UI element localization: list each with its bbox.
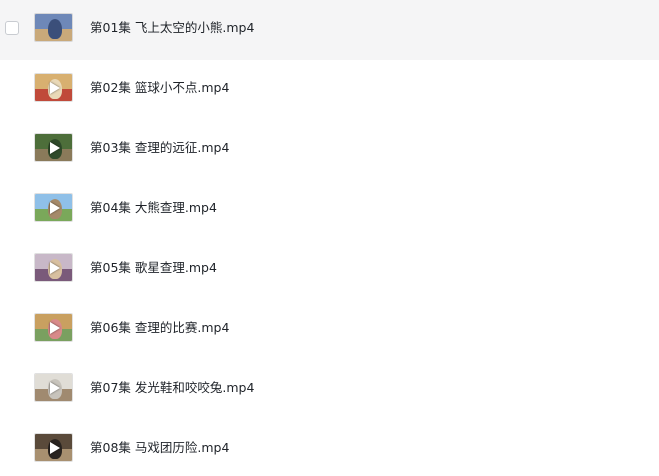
file-row[interactable]: 第05集 歌星查理.mp4	[0, 240, 659, 300]
play-icon	[50, 322, 60, 334]
file-name[interactable]: 第06集 查理的比赛.mp4	[90, 320, 229, 336]
video-thumbnail[interactable]	[34, 253, 73, 282]
file-name[interactable]: 第05集 歌星查理.mp4	[90, 260, 217, 276]
file-row[interactable]: 第04集 大熊查理.mp4	[0, 180, 659, 240]
file-row[interactable]: 第03集 查理的远征.mp4	[0, 120, 659, 180]
play-icon	[50, 82, 60, 94]
file-list: 第01集 飞上太空的小熊.mp4 第02集 篮球小不点.mp4 第03集 查理的远征…	[0, 0, 659, 476]
file-row[interactable]: 第06集 查理的比赛.mp4	[0, 300, 659, 360]
video-thumbnail[interactable]	[34, 433, 73, 462]
file-row[interactable]: 第07集 发光鞋和咬咬兔.mp4	[0, 360, 659, 420]
video-thumbnail[interactable]	[34, 133, 73, 162]
video-thumbnail[interactable]	[34, 13, 73, 42]
file-row[interactable]: 第01集 飞上太空的小熊.mp4	[0, 0, 659, 60]
file-name[interactable]: 第01集 飞上太空的小熊.mp4	[90, 20, 254, 36]
play-icon	[50, 262, 60, 274]
play-icon	[50, 442, 60, 454]
play-icon	[50, 382, 60, 394]
file-name[interactable]: 第03集 查理的远征.mp4	[90, 140, 229, 156]
file-name[interactable]: 第07集 发光鞋和咬咬兔.mp4	[90, 380, 254, 396]
file-name[interactable]: 第04集 大熊查理.mp4	[90, 200, 217, 216]
video-thumbnail[interactable]	[34, 193, 73, 222]
file-row[interactable]: 第02集 篮球小不点.mp4	[0, 60, 659, 120]
video-thumbnail[interactable]	[34, 73, 73, 102]
file-name[interactable]: 第02集 篮球小不点.mp4	[90, 80, 229, 96]
play-icon	[50, 202, 60, 214]
video-thumbnail[interactable]	[34, 373, 73, 402]
file-row[interactable]: 第08集 马戏团历险.mp4	[0, 420, 659, 476]
play-icon	[50, 142, 60, 154]
select-checkbox[interactable]	[5, 21, 19, 35]
video-thumbnail[interactable]	[34, 313, 73, 342]
file-name[interactable]: 第08集 马戏团历险.mp4	[90, 440, 229, 456]
